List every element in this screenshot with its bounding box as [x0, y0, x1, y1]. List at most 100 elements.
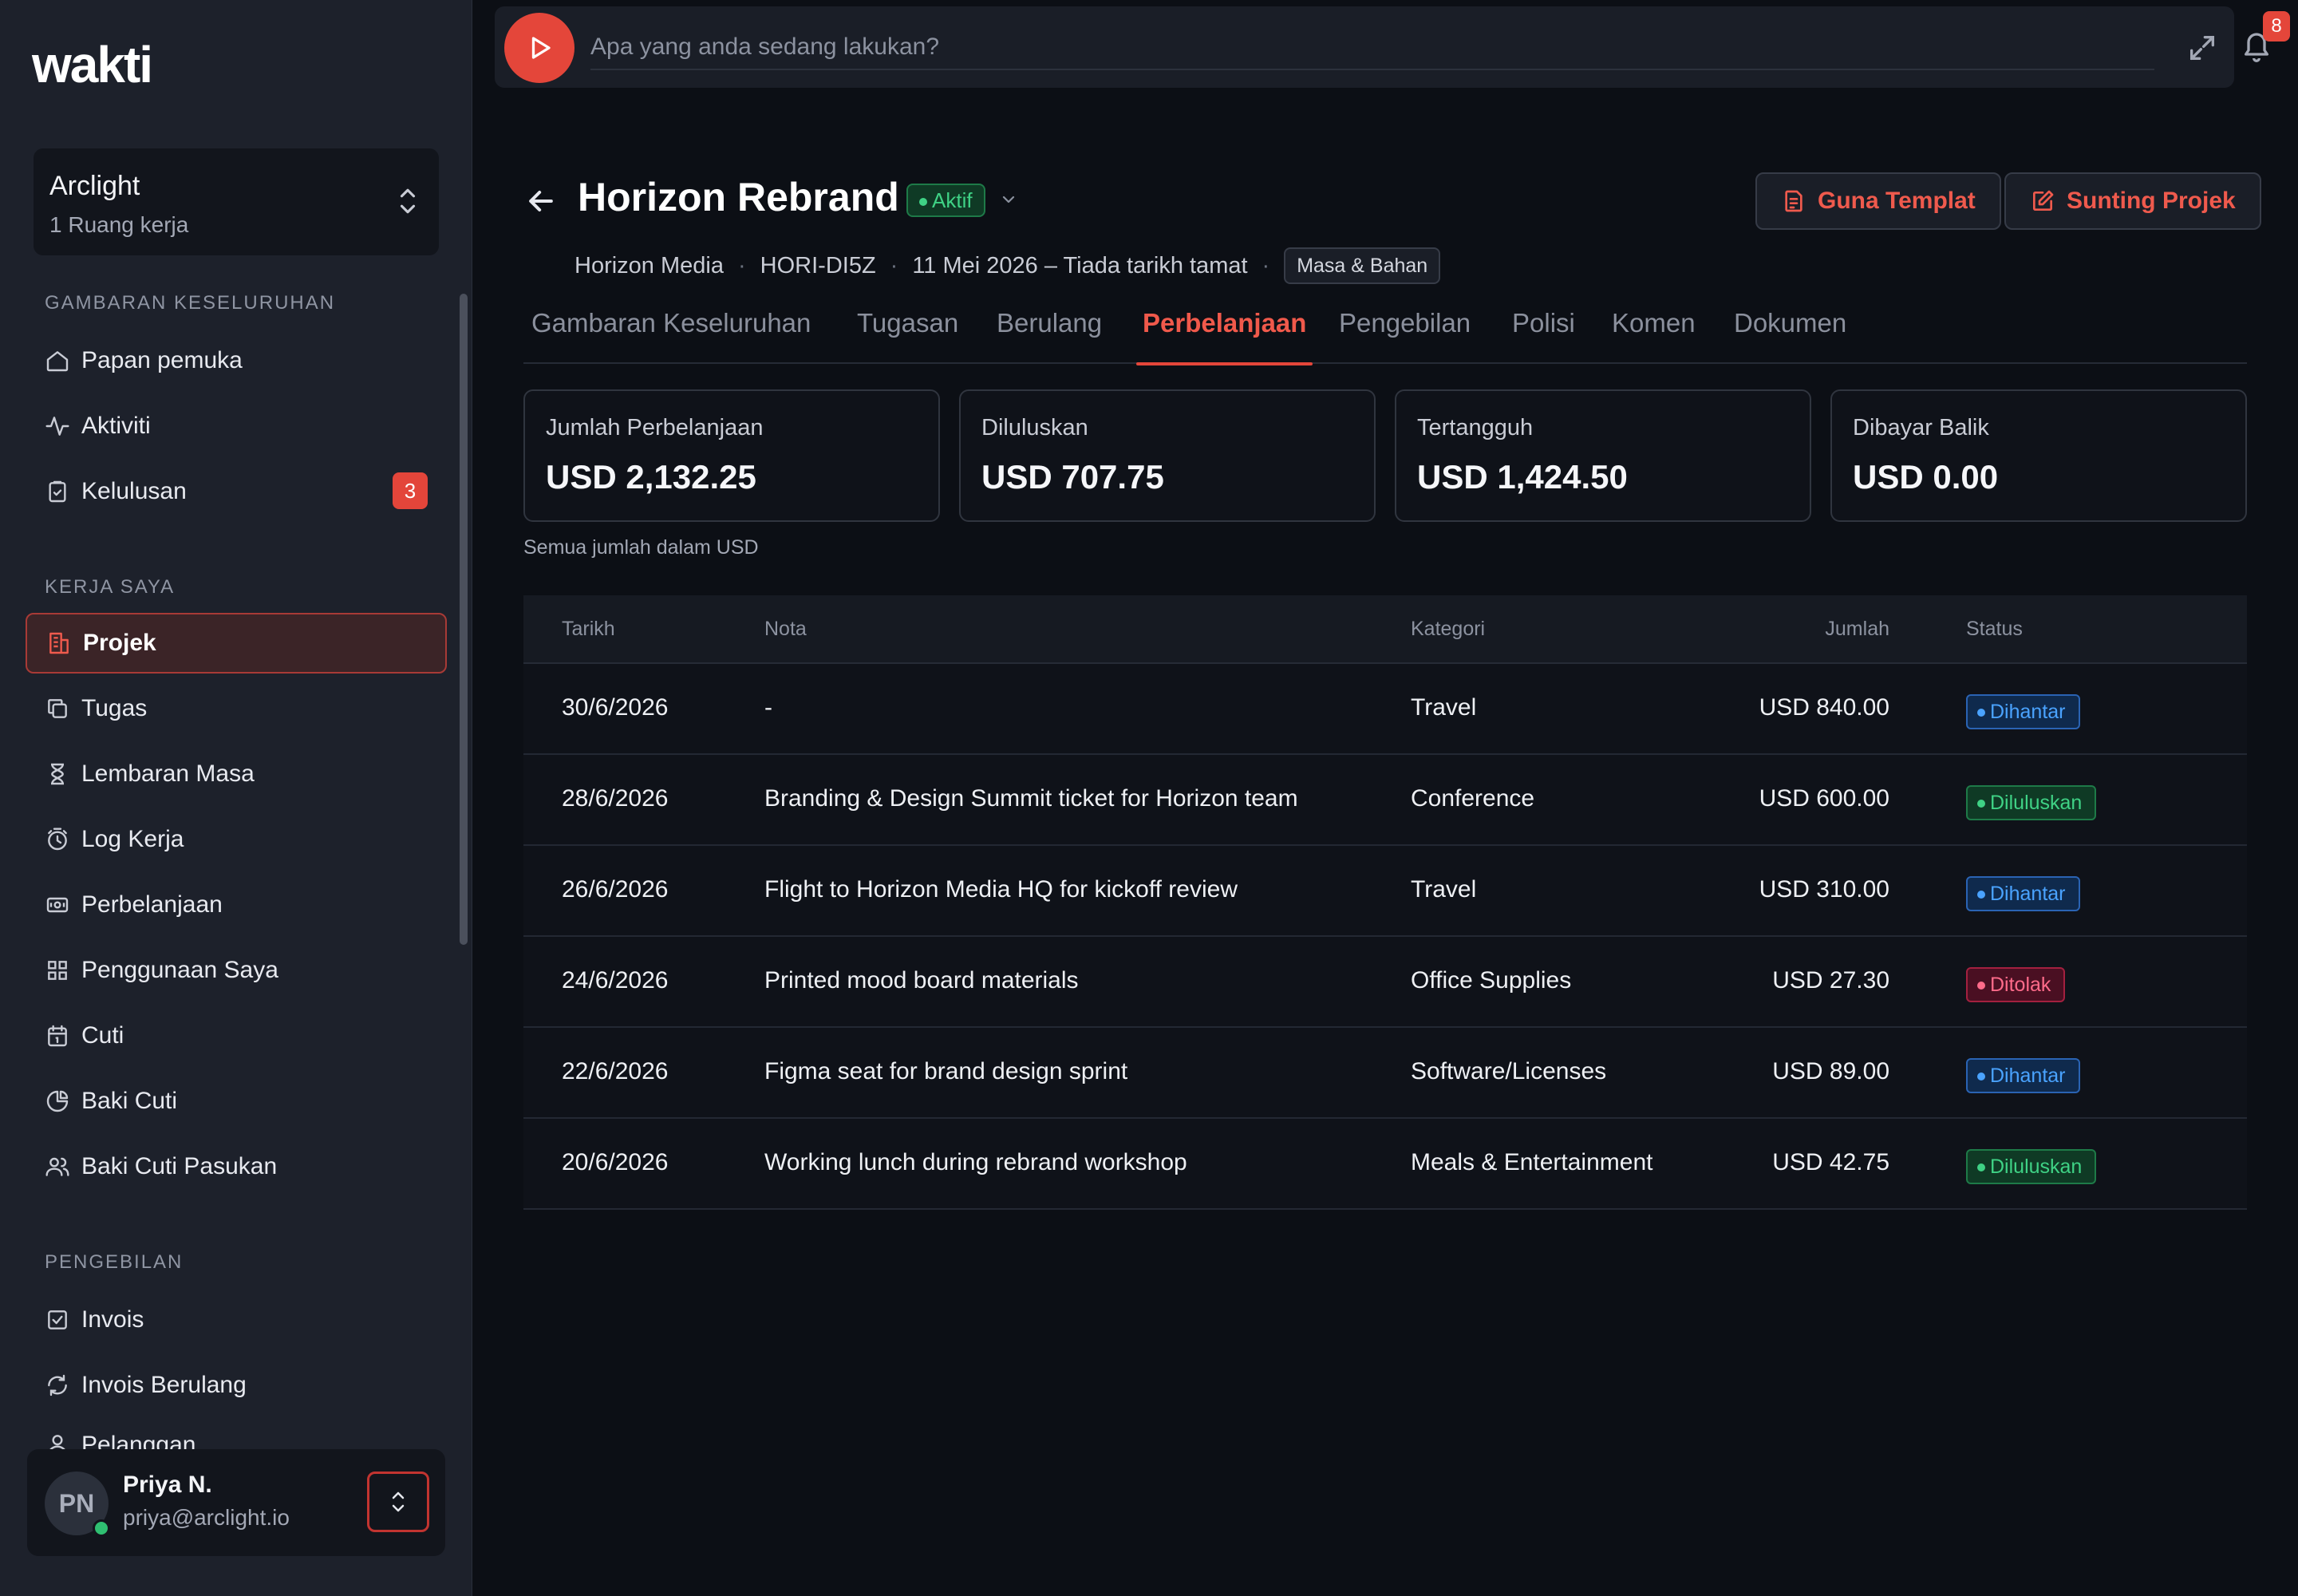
- sidebar-item-leave-balance[interactable]: Baki Cuti: [26, 1071, 447, 1132]
- table-header: Tarikh Nota Kategori Jumlah Status: [523, 595, 2247, 664]
- summary-card-pending: Tertangguh USD 1,424.50: [1395, 389, 1811, 522]
- sidebar-item-label: Baki Cuti Pasukan: [81, 1153, 278, 1179]
- user-profile-card[interactable]: PN Priya N. priya@arclight.io: [27, 1449, 445, 1556]
- tab-recurring[interactable]: Berulang: [997, 308, 1102, 364]
- cell-date: 30/6/2026: [562, 694, 669, 721]
- check-square-icon: [45, 1307, 70, 1333]
- use-template-label: Guna Templat: [1818, 188, 1976, 214]
- sidebar-scrollbar[interactable]: [460, 294, 468, 945]
- sidebar-item-dashboard[interactable]: Papan pemuka: [26, 330, 447, 391]
- section-label-overview: GAMBARAN KESELURUHAN: [45, 292, 336, 314]
- cell-category: Travel: [1411, 876, 1477, 903]
- billing-type-tag: Masa & Bahan: [1284, 247, 1441, 284]
- cell-amount: USD 27.30: [1772, 967, 1889, 994]
- expand-icon[interactable]: [2186, 32, 2218, 64]
- summary-card-reimbursed: Dibayar Balik USD 0.00: [1830, 389, 2247, 522]
- user-menu-button[interactable]: [367, 1472, 429, 1532]
- tab-billing[interactable]: Pengebilan: [1339, 308, 1471, 364]
- sidebar-item-my-usage[interactable]: Penggunaan Saya: [26, 940, 447, 1001]
- section-label-billing: PENGEBILAN: [45, 1251, 184, 1273]
- tab-documents[interactable]: Dokumen: [1734, 308, 1846, 364]
- sidebar-item-label: Baki Cuti: [81, 1088, 178, 1114]
- project-code: HORI-DI5Z: [760, 252, 876, 279]
- tab-overview[interactable]: Gambaran Keseluruhan: [531, 308, 811, 364]
- separator-dot: ·: [737, 252, 746, 279]
- table-row[interactable]: 24/6/2026 Printed mood board materials O…: [523, 937, 2247, 1028]
- sidebar-item-expenses[interactable]: Perbelanjaan: [26, 875, 447, 935]
- edit-icon: [2033, 190, 2054, 211]
- copy-icon: [45, 696, 70, 721]
- table-row[interactable]: 22/6/2026 Figma seat for brand design sp…: [523, 1028, 2247, 1119]
- user-email: priya@arclight.io: [123, 1505, 290, 1530]
- start-timer-button[interactable]: [504, 13, 574, 83]
- chevron-down-icon[interactable]: [999, 190, 1018, 209]
- sidebar-item-recurring-invoices[interactable]: Invois Berulang: [26, 1355, 447, 1416]
- column-header-note[interactable]: Nota: [764, 618, 807, 641]
- column-header-category[interactable]: Kategori: [1411, 618, 1485, 641]
- pie-chart-icon: [45, 1088, 70, 1114]
- table-row[interactable]: 28/6/2026 Branding & Design Summit ticke…: [523, 755, 2247, 846]
- cell-date: 22/6/2026: [562, 1058, 669, 1084]
- sidebar-item-worklog[interactable]: Log Kerja: [26, 809, 447, 870]
- sidebar-item-label: Invois Berulang: [81, 1372, 247, 1398]
- project-meta: Horizon Media · HORI-DI5Z · 11 Mei 2026 …: [574, 247, 1441, 284]
- sidebar-item-label: Tugas: [81, 695, 148, 721]
- clipboard-check-icon: [45, 479, 70, 504]
- card-value: USD 0.00: [1853, 458, 1999, 496]
- status-badge[interactable]: Aktif: [906, 184, 985, 217]
- sidebar-item-activity[interactable]: Aktiviti: [26, 396, 447, 456]
- back-arrow-icon[interactable]: [523, 184, 559, 219]
- tab-expenses[interactable]: Perbelanjaan: [1135, 308, 1313, 365]
- sidebar-item-label: Projek: [83, 630, 156, 656]
- cell-date: 24/6/2026: [562, 967, 669, 994]
- sidebar-item-leave[interactable]: Cuti: [26, 1005, 447, 1066]
- client-name: Horizon Media: [574, 252, 724, 279]
- building-icon: [46, 630, 72, 656]
- user-icon: [45, 1432, 70, 1449]
- sidebar-item-approvals[interactable]: Kelulusan 3: [26, 461, 447, 522]
- workspace-switcher[interactable]: Arclight 1 Ruang kerja: [34, 148, 439, 255]
- separator-dot: ·: [1262, 252, 1270, 279]
- tab-assignments[interactable]: Tugasan: [857, 308, 958, 364]
- app-logo[interactable]: wakti: [32, 35, 153, 94]
- expenses-table: Tarikh Nota Kategori Jumlah Status 30/6/…: [523, 595, 2247, 1210]
- sidebar-item-label: Kelulusan: [81, 478, 187, 504]
- table-row[interactable]: 30/6/2026 - Travel USD 840.00 Dihantar: [523, 664, 2247, 755]
- table-row[interactable]: 26/6/2026 Flight to Horizon Media HQ for…: [523, 846, 2247, 937]
- sidebar-item-team-leave-balance[interactable]: Baki Cuti Pasukan: [26, 1136, 447, 1197]
- workspace-name: Arclight: [49, 171, 140, 201]
- notification-count-badge: 8: [2263, 11, 2290, 41]
- column-header-date[interactable]: Tarikh: [562, 618, 615, 641]
- sidebar-item-label: Cuti: [81, 1022, 124, 1049]
- sidebar-item-tasks[interactable]: Tugas: [26, 678, 447, 739]
- cell-date: 20/6/2026: [562, 1149, 669, 1175]
- cell-amount: USD 310.00: [1759, 876, 1889, 903]
- use-template-button[interactable]: Guna Templat: [1755, 172, 2001, 230]
- edit-project-button[interactable]: Sunting Projek: [2004, 172, 2261, 230]
- tab-comments[interactable]: Komen: [1612, 308, 1696, 364]
- status-badge: Dihantar: [1966, 694, 2080, 729]
- column-header-status[interactable]: Status: [1966, 618, 2023, 641]
- sidebar-item-label: Papan pemuka: [81, 347, 243, 373]
- users-icon: [45, 1154, 70, 1179]
- card-label: Tertangguh: [1417, 415, 1534, 440]
- status-badge: Dihantar: [1966, 1058, 2080, 1093]
- chevron-up-down-icon: [392, 1491, 405, 1512]
- cell-amount: USD 600.00: [1759, 785, 1889, 812]
- sidebar-item-timesheets[interactable]: Lembaran Masa: [26, 744, 447, 804]
- activity-input[interactable]: [590, 26, 2154, 70]
- card-value: USD 707.75: [981, 458, 1164, 496]
- sidebar-item-invoices[interactable]: Invois: [26, 1290, 447, 1350]
- table-row[interactable]: 20/6/2026 Working lunch during rebrand w…: [523, 1119, 2247, 1210]
- cell-category: Conference: [1411, 785, 1535, 812]
- cell-category: Meals & Entertainment: [1411, 1149, 1653, 1175]
- edit-project-label: Sunting Projek: [2067, 188, 2236, 214]
- sidebar: wakti Arclight 1 Ruang kerja GAMBARAN KE…: [0, 0, 472, 1596]
- sidebar-item-projects[interactable]: Projek: [26, 613, 447, 674]
- tab-policies[interactable]: Polisi: [1512, 308, 1575, 364]
- sidebar-item-customers[interactable]: Pelanggan: [26, 1420, 447, 1449]
- project-dates: 11 Mei 2026 – Tiada tarikh tamat: [912, 252, 1248, 279]
- cell-category: Travel: [1411, 694, 1477, 721]
- grid-icon: [45, 958, 70, 983]
- column-header-amount[interactable]: Jumlah: [1825, 618, 1889, 641]
